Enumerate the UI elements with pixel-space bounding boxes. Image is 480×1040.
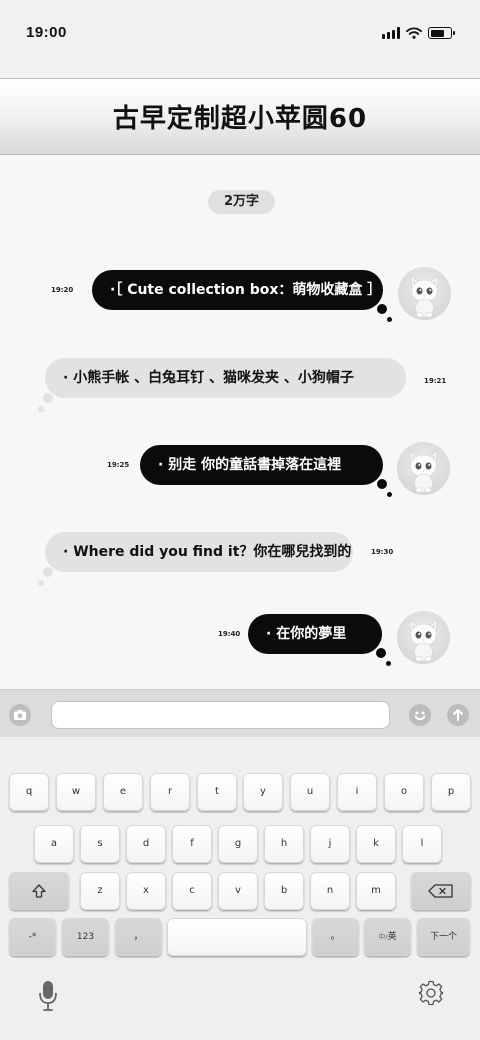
- chat-area[interactable]: 2万字 19:20 ·［ Cute collection box：萌物收藏盒 ］…: [0, 156, 480, 689]
- send-button[interactable]: [447, 704, 469, 726]
- emoji-button[interactable]: [409, 704, 431, 726]
- message-time: 19:30: [371, 548, 394, 556]
- message-text: · Where did you find it？你在哪兒找到的: [63, 544, 352, 560]
- date-chip: 2万字: [208, 190, 275, 214]
- input-bar: [0, 689, 480, 737]
- message-bubble-outgoing[interactable]: · 在你的夢里: [248, 614, 391, 666]
- camera-icon: [14, 710, 26, 720]
- cat-avatar-icon[interactable]: [398, 267, 451, 320]
- key-y[interactable]: y: [243, 773, 283, 811]
- message-bubble-incoming[interactable]: · 小熊手帐 、白兔耳钉 、猫咪发夹 、小狗帽子: [38, 358, 406, 412]
- cat-avatar-icon[interactable]: [397, 611, 450, 664]
- key-f[interactable]: f: [172, 825, 212, 863]
- status-icons: [382, 26, 455, 40]
- cat-avatar-icon[interactable]: [397, 442, 450, 495]
- key-r[interactable]: r: [150, 773, 190, 811]
- key-x[interactable]: x: [126, 872, 166, 910]
- key-q[interactable]: q: [9, 773, 49, 811]
- emoji-icon: [414, 711, 426, 721]
- key-a[interactable]: a: [34, 825, 74, 863]
- key-w[interactable]: w: [56, 773, 96, 811]
- keyboard: q w e r t y u i o p a s d f g h j k l z …: [0, 737, 480, 1040]
- message-input[interactable]: [51, 701, 390, 729]
- key-i[interactable]: i: [337, 773, 377, 811]
- backspace-key[interactable]: [411, 872, 471, 910]
- message-text: · 别走 你的童話書掉落在這裡: [158, 457, 342, 473]
- key-d[interactable]: d: [126, 825, 166, 863]
- message-time: 19:25: [107, 461, 130, 469]
- gear-icon[interactable]: [418, 980, 444, 1006]
- cellular-signal-icon: [382, 27, 400, 39]
- key-e[interactable]: e: [103, 773, 143, 811]
- language-primary-label: 英: [387, 932, 397, 942]
- numbers-key[interactable]: 123: [62, 918, 109, 956]
- message-text: · 在你的夢里: [266, 626, 347, 642]
- key-u[interactable]: u: [290, 773, 330, 811]
- space-key[interactable]: [167, 918, 307, 956]
- message-text: ·［ Cute collection box：萌物收藏盒 ］: [110, 282, 382, 298]
- backspace-icon: [428, 884, 453, 898]
- key-p[interactable]: p: [431, 773, 471, 811]
- period-key[interactable]: 。: [312, 918, 359, 956]
- key-t[interactable]: t: [197, 773, 237, 811]
- message-time: 19:40: [218, 630, 241, 638]
- camera-button[interactable]: [9, 704, 31, 726]
- key-k[interactable]: k: [356, 825, 396, 863]
- key-n[interactable]: n: [310, 872, 350, 910]
- message-time: 19:20: [51, 286, 74, 294]
- message-time: 19:21: [424, 377, 447, 385]
- shift-key[interactable]: [9, 872, 69, 910]
- key-j[interactable]: j: [310, 825, 350, 863]
- key-v[interactable]: v: [218, 872, 258, 910]
- microphone-icon[interactable]: [38, 980, 58, 1012]
- chat-header: 古早定制超小苹圆60: [0, 78, 480, 155]
- shift-icon: [32, 884, 46, 898]
- key-h[interactable]: h: [264, 825, 304, 863]
- key-b[interactable]: b: [264, 872, 304, 910]
- battery-icon: [428, 27, 455, 39]
- status-bar: 19:00: [0, 0, 480, 78]
- message-text: · 小熊手帐 、白兔耳钉 、猫咪发夹 、小狗帽子: [63, 370, 354, 386]
- key-g[interactable]: g: [218, 825, 258, 863]
- symbols-key[interactable]: -*: [9, 918, 56, 956]
- wifi-icon: [406, 27, 422, 39]
- language-switch-key[interactable]: 中/英: [364, 918, 411, 956]
- key-c[interactable]: c: [172, 872, 212, 910]
- message-bubble-incoming[interactable]: · Where did you find it？你在哪兒找到的: [38, 532, 353, 586]
- next-key[interactable]: 下一个: [417, 918, 470, 956]
- message-bubble-outgoing[interactable]: · 别走 你的童話書掉落在這裡: [140, 445, 392, 497]
- chat-title: 古早定制超小苹圆60: [112, 104, 368, 134]
- status-time: 19:00: [26, 24, 67, 41]
- key-o[interactable]: o: [384, 773, 424, 811]
- key-s[interactable]: s: [80, 825, 120, 863]
- key-z[interactable]: z: [80, 872, 120, 910]
- key-l[interactable]: l: [402, 825, 442, 863]
- language-secondary-label: 中/: [378, 933, 388, 941]
- key-m[interactable]: m: [356, 872, 396, 910]
- message-bubble-outgoing[interactable]: ·［ Cute collection box：萌物收藏盒 ］: [92, 270, 392, 322]
- arrow-up-icon: [453, 709, 463, 721]
- comma-key[interactable]: ，: [115, 918, 162, 956]
